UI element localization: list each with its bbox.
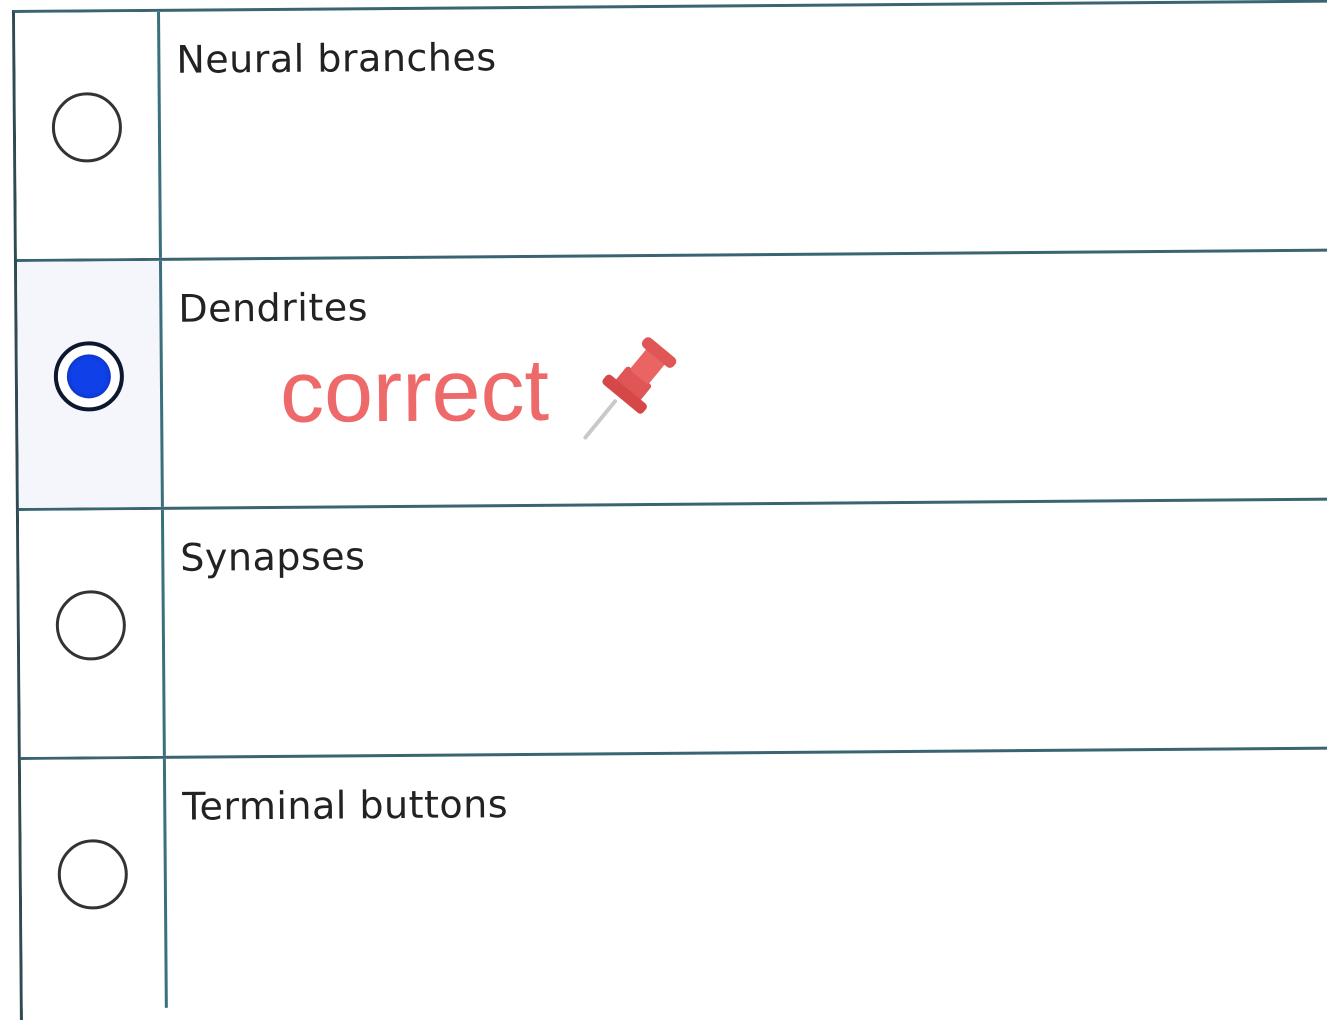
radio-cell (15, 11, 162, 259)
radio-cell (16, 260, 164, 508)
option-text-cell: Dendrites correct (162, 252, 1327, 507)
option-row-synapses[interactable]: Synapses (18, 500, 1327, 760)
radio-button-neural-branches[interactable] (51, 92, 123, 163)
radio-selected-dot (66, 354, 112, 399)
pushpin-icon (583, 337, 677, 440)
correct-annotation: correct (280, 329, 684, 452)
radio-cell (18, 509, 166, 757)
option-label: Terminal buttons (182, 782, 509, 829)
option-text-cell: Terminal buttons (166, 750, 1327, 1008)
radio-button-synapses[interactable] (55, 590, 127, 661)
radio-button-dendrites[interactable] (53, 341, 125, 412)
option-text-cell: Synapses (164, 501, 1327, 756)
annotation-text: correct (279, 339, 550, 441)
option-label: Dendrites (178, 285, 369, 331)
option-row-neural-branches[interactable]: Neural branches (15, 2, 1327, 262)
option-label: Synapses (180, 534, 366, 580)
option-label: Neural branches (176, 35, 497, 82)
option-text-cell: Neural branches (160, 3, 1327, 258)
answer-options: Neural branches Dendrites correct Synaps… (12, 0, 1327, 1020)
radio-cell (20, 758, 168, 1009)
radio-button-terminal-buttons[interactable] (57, 839, 129, 910)
option-row-terminal-buttons[interactable]: Terminal buttons (20, 750, 1327, 1009)
option-row-dendrites[interactable]: Dendrites correct (16, 251, 1327, 511)
